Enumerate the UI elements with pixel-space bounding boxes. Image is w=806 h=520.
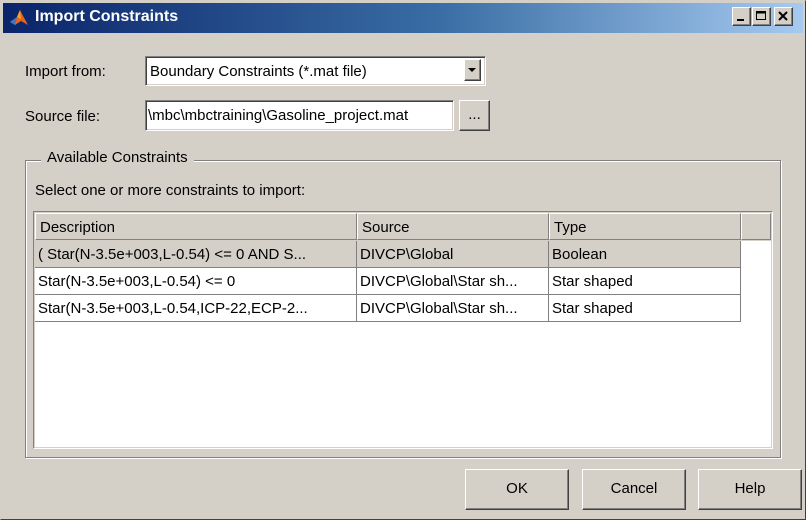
minimize-button[interactable] bbox=[732, 7, 751, 26]
minimize-icon bbox=[737, 19, 744, 21]
source-file-input[interactable]: \mbc\mbctraining\Gasoline_project.mat bbox=[145, 100, 454, 131]
close-button[interactable] bbox=[774, 7, 793, 26]
matlab-logo-icon bbox=[10, 10, 28, 25]
table-row[interactable]: Star(N-3.5e+003,L-0.54,ICP-22,ECP-2... D… bbox=[35, 295, 741, 322]
title-bar[interactable]: Import Constraints bbox=[3, 3, 803, 33]
cell-description: Star(N-3.5e+003,L-0.54) <= 0 bbox=[35, 268, 357, 295]
window-title: Import Constraints bbox=[35, 8, 179, 25]
ok-button[interactable]: OK bbox=[465, 469, 569, 510]
help-button-label: Help bbox=[734, 480, 766, 497]
import-constraints-dialog: Import Constraints Import from: Boundary… bbox=[0, 0, 806, 520]
cell-type: Star shaped bbox=[549, 268, 741, 295]
ok-button-label: OK bbox=[506, 480, 528, 497]
help-button[interactable]: Help bbox=[698, 469, 802, 510]
table-header: Description Source Type bbox=[35, 213, 771, 240]
cell-description: Star(N-3.5e+003,L-0.54,ICP-22,ECP-2... bbox=[35, 295, 357, 322]
column-header-filler bbox=[741, 213, 771, 240]
column-header-type[interactable]: Type bbox=[549, 213, 741, 240]
cell-description: ( Star(N-3.5e+003,L-0.54) <= 0 AND S... bbox=[35, 241, 357, 268]
maximize-button[interactable] bbox=[752, 7, 771, 26]
chevron-down-icon bbox=[468, 68, 476, 72]
source-file-label: Source file: bbox=[25, 108, 101, 125]
cancel-button[interactable]: Cancel bbox=[582, 469, 686, 510]
browse-button-label: ... bbox=[468, 106, 481, 123]
cell-source: DIVCP\Global\Star sh... bbox=[357, 268, 549, 295]
cell-source: DIVCP\Global bbox=[357, 241, 549, 268]
cell-source: DIVCP\Global\Star sh... bbox=[357, 295, 549, 322]
group-title: Available Constraints bbox=[41, 149, 194, 166]
table-row[interactable]: Star(N-3.5e+003,L-0.54) <= 0 DIVCP\Globa… bbox=[35, 268, 741, 295]
table-row[interactable]: ( Star(N-3.5e+003,L-0.54) <= 0 AND S... … bbox=[35, 241, 741, 268]
import-from-label: Import from: bbox=[25, 63, 106, 80]
source-file-value: \mbc\mbctraining\Gasoline_project.mat bbox=[148, 107, 409, 124]
cancel-button-label: Cancel bbox=[610, 480, 658, 497]
column-header-source[interactable]: Source bbox=[357, 213, 549, 240]
constraints-table[interactable]: Description Source Type ( Star(N-3.5e+00… bbox=[33, 211, 773, 449]
close-icon bbox=[778, 11, 788, 21]
table-body: ( Star(N-3.5e+003,L-0.54) <= 0 AND S... … bbox=[35, 241, 771, 447]
import-from-dropdown[interactable]: Boundary Constraints (*.mat file) bbox=[145, 56, 486, 86]
import-from-value: Boundary Constraints (*.mat file) bbox=[150, 63, 367, 80]
dropdown-arrow-button[interactable] bbox=[464, 59, 481, 81]
cell-type: Star shaped bbox=[549, 295, 741, 322]
column-header-description[interactable]: Description bbox=[35, 213, 357, 240]
browse-button[interactable]: ... bbox=[459, 100, 490, 131]
cell-type: Boolean bbox=[549, 241, 741, 268]
maximize-icon bbox=[756, 11, 766, 20]
instruction-text: Select one or more constraints to import… bbox=[35, 182, 306, 199]
